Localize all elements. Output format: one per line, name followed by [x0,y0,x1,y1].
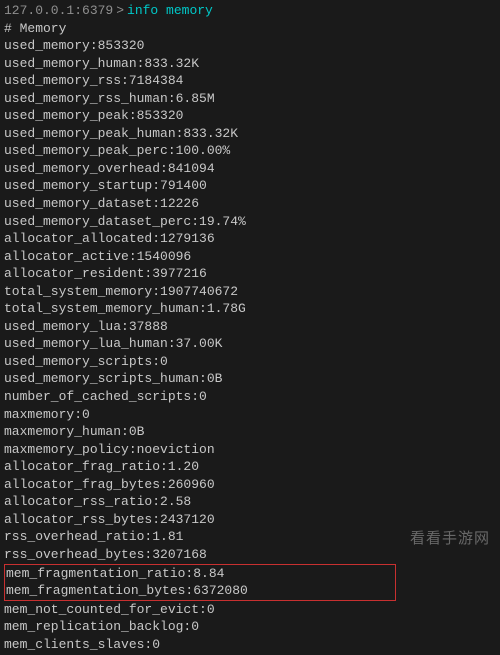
output-line: used_memory_lua:37888 [4,318,496,336]
output-lines: used_memory:853320used_memory_human:833.… [4,37,496,563]
highlighted-line: mem_fragmentation_bytes:6372080 [6,582,394,600]
output-line: mem_replication_backlog:0 [4,618,496,636]
output-line: used_memory_human:833.32K [4,55,496,73]
output-line: used_memory_overhead:841094 [4,160,496,178]
output-line: used_memory_dataset:12226 [4,195,496,213]
highlight-box: mem_fragmentation_ratio:8.84mem_fragment… [4,564,396,601]
output-line: used_memory_dataset_perc:19.74% [4,213,496,231]
highlighted-line: mem_fragmentation_ratio:8.84 [6,565,394,583]
output-line: maxmemory:0 [4,406,496,424]
output-line: used_memory_peak_perc:100.00% [4,142,496,160]
trailing-lines: mem_not_counted_for_evict:0mem_replicati… [4,601,496,654]
prompt-host: 127.0.0.1:6379 [4,2,113,20]
output-line: used_memory_rss_human:6.85M [4,90,496,108]
output-line: number_of_cached_scripts:0 [4,388,496,406]
output-line: used_memory_peak_human:833.32K [4,125,496,143]
output-line: allocator_rss_ratio:2.58 [4,493,496,511]
output-line: allocator_resident:3977216 [4,265,496,283]
prompt-line: 127.0.0.1:6379 > info memory [4,2,496,20]
terminal[interactable]: 127.0.0.1:6379 > info memory # Memory us… [0,0,500,655]
output-line: used_memory_scripts:0 [4,353,496,371]
output-line: maxmemory_policy:noeviction [4,441,496,459]
prompt-command: info memory [127,2,213,20]
output-line: allocator_rss_bytes:2437120 [4,511,496,529]
output-line: allocator_frag_bytes:260960 [4,476,496,494]
output-line: used_memory_startup:791400 [4,177,496,195]
prompt-arrow: > [116,2,124,20]
output-line: used_memory_scripts_human:0B [4,370,496,388]
output-line: mem_not_counted_for_evict:0 [4,601,496,619]
output-line: used_memory_lua_human:37.00K [4,335,496,353]
section-header: # Memory [4,20,496,38]
output-line: allocator_active:1540096 [4,248,496,266]
output-line: total_system_memory_human:1.78G [4,300,496,318]
output-line: used_memory:853320 [4,37,496,55]
output-line: allocator_allocated:1279136 [4,230,496,248]
output-line: used_memory_peak:853320 [4,107,496,125]
output-line: allocator_frag_ratio:1.20 [4,458,496,476]
watermark: 看看手游网 [410,529,490,549]
output-line: maxmemory_human:0B [4,423,496,441]
output-line: mem_clients_slaves:0 [4,636,496,654]
output-line: total_system_memory:1907740672 [4,283,496,301]
output-line: used_memory_rss:7184384 [4,72,496,90]
